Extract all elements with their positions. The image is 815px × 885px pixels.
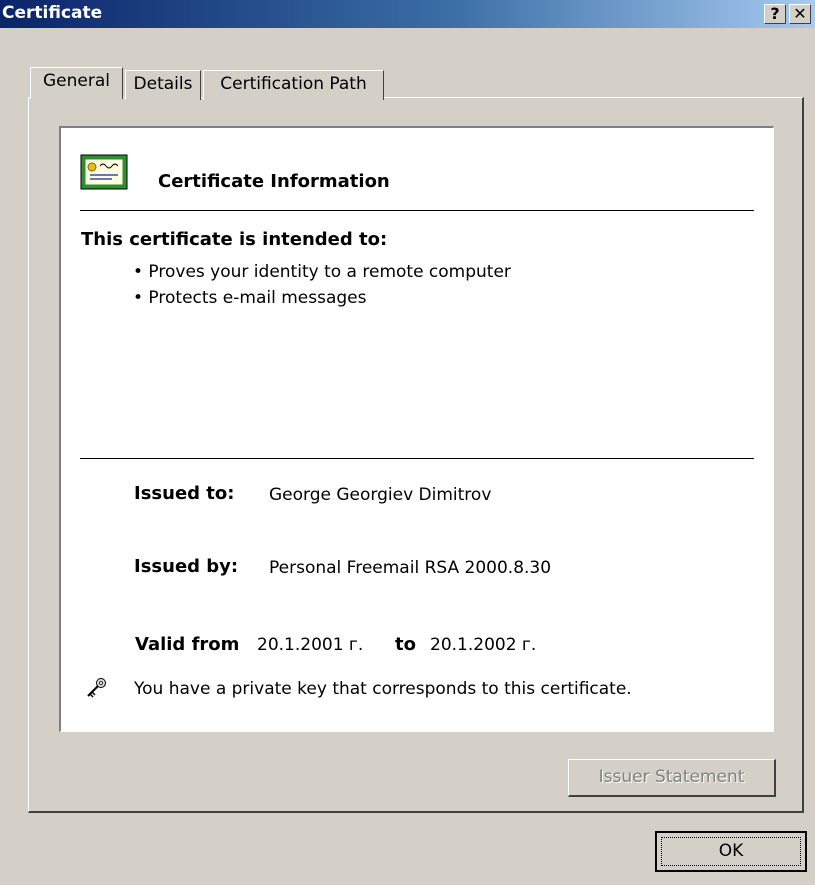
issued-to-value[interactable]: George Georgiev Dimitrov [269,485,491,505]
issued-to-label: Issued to: [134,483,235,504]
ok-button-label: OK [718,841,744,861]
valid-from-value[interactable]: 20.1.2001 г. [257,635,363,655]
certificate-info-title: Certificate Information [158,171,390,192]
tab-details[interactable]: Details [125,70,201,100]
window-title: Certificate [2,3,103,23]
key-icon [87,678,106,698]
purpose-item: • Proves your identity to a remote compu… [133,262,511,282]
help-button[interactable]: ? [764,4,786,24]
valid-to-value[interactable]: 20.1.2002 г. [430,635,536,655]
close-button[interactable]: ✕ [789,4,811,24]
tab-certification-path[interactable]: Certification Path [203,70,384,100]
divider [80,458,754,459]
tab-general[interactable]: General [30,67,123,99]
divider [80,210,754,211]
valid-from-label: Valid from [135,634,240,655]
intended-heading: This certificate is intended to: [81,229,388,250]
certificate-info-box: Certificate Information This certificate… [59,126,774,732]
certificate-icon [80,154,128,190]
issued-by-value[interactable]: Personal Freemail RSA 2000.8.30 [269,558,551,578]
private-key-note: You have a private key that corresponds … [134,679,632,699]
ok-button[interactable]: OK [655,831,807,872]
title-bar[interactable]: Certificate ? ✕ [0,0,815,28]
issued-by-label: Issued by: [134,556,239,577]
purpose-item: • Protects e-mail messages [133,288,367,308]
valid-to-label: to [395,634,416,655]
issuer-statement-button[interactable]: Issuer Statement [568,759,776,797]
